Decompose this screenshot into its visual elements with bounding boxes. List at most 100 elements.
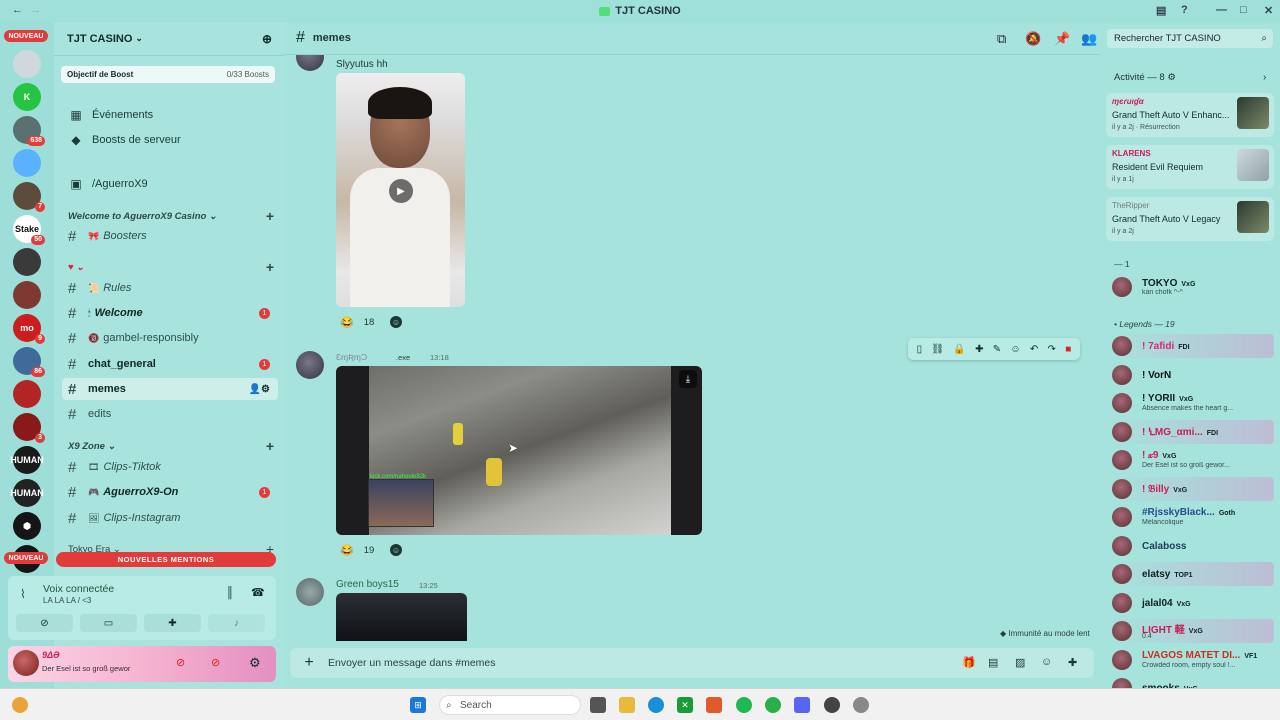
video-attachment[interactable]: ▶ xyxy=(336,73,465,307)
sidebar-item-server-boosts[interactable]: ◆ Boosts de serveur xyxy=(62,129,278,151)
notifications-muted-icon[interactable]: 🔕 xyxy=(1025,31,1041,47)
server-icon[interactable]: 3 xyxy=(13,413,45,443)
chevron-right-icon[interactable]: › xyxy=(1263,72,1266,83)
server-icon[interactable] xyxy=(13,149,41,177)
reply-icon[interactable]: ↶ xyxy=(1030,344,1038,355)
noise-suppression-icon[interactable]: ║ xyxy=(226,587,234,599)
member-item[interactable]: elatsy TOP1 xyxy=(1108,562,1274,586)
avatar[interactable] xyxy=(13,650,39,676)
member-item[interactable]: LVAGOS MATET DI... VF1 Crowded room, empty… xyxy=(1108,648,1274,672)
avatar[interactable] xyxy=(296,351,324,379)
activities-button[interactable]: ✚ xyxy=(144,614,201,632)
xbox-icon[interactable]: ✕ xyxy=(677,697,693,713)
category-welcome[interactable]: Welcome to AguerroX9 Casino ⌄ + xyxy=(62,208,278,224)
server-icon[interactable]: 86 xyxy=(13,347,45,377)
avatar[interactable] xyxy=(296,578,324,606)
maximize-icon[interactable]: □ xyxy=(1240,4,1247,16)
member-item[interactable]: TOKYO VxG kan chofk ^-^ xyxy=(1108,275,1274,299)
add-channel-icon[interactable]: + xyxy=(266,259,274,275)
server-icon[interactable] xyxy=(13,248,41,276)
channel-gambel-responsibly[interactable]: # 🔞 gambel-responsibly xyxy=(62,327,278,349)
signal-icon[interactable]: ⌇ xyxy=(20,587,26,601)
deafened-icon[interactable]: ⊘ xyxy=(211,656,220,669)
server-icon[interactable]: 638 xyxy=(13,116,45,146)
server-icon[interactable]: Stake 50 xyxy=(13,215,45,245)
server-icon[interactable] xyxy=(13,380,41,408)
app-icon[interactable] xyxy=(853,697,869,713)
apps-icon[interactable]: ✚ xyxy=(1068,656,1077,669)
edge-icon[interactable] xyxy=(648,697,664,713)
member-item[interactable]: #RjsskyBlack... Goth Mélancolique xyxy=(1108,505,1274,529)
help-icon[interactable]: ? xyxy=(1181,4,1188,16)
server-icon[interactable]: HUMAN xyxy=(10,446,44,474)
message-author[interactable]: Slyyutus hh xyxy=(336,59,388,70)
back-arrow-icon[interactable]: ← xyxy=(12,4,23,16)
channel-edits[interactable]: # edits xyxy=(62,403,278,425)
add-channel-icon[interactable]: + xyxy=(266,438,274,454)
channel-boosters[interactable]: # 🎀 Boosters xyxy=(62,225,278,247)
file-explorer-icon[interactable] xyxy=(619,697,635,713)
minimize-icon[interactable]: — xyxy=(1216,4,1227,16)
spotify-icon[interactable] xyxy=(736,697,752,713)
member-item[interactable]: Calaboss xyxy=(1108,534,1274,558)
member-list-icon[interactable]: 👥 xyxy=(1081,31,1097,47)
member-item[interactable]: LIGHT 軽 VxG 0.4 xyxy=(1108,619,1274,643)
category-heart[interactable]: ♥ ⌄ + xyxy=(62,259,278,275)
server-icon[interactable] xyxy=(13,281,41,309)
avatar[interactable] xyxy=(296,55,324,71)
weather-icon[interactable] xyxy=(12,697,28,713)
start-icon[interactable]: ⊞ xyxy=(410,697,426,713)
member-item[interactable]: ! ꝆMG_αmi... FDI xyxy=(1108,419,1274,444)
activity-card[interactable]: ɱєɾиιɠα Grand Theft Auto V Enhanc... il … xyxy=(1106,93,1274,137)
voice-channel-name[interactable]: LA LA LA / <3 xyxy=(43,596,91,605)
sidebar-item-events[interactable]: ▦ Événements xyxy=(62,104,278,126)
channel-rules[interactable]: # 📜 Rules xyxy=(62,277,278,299)
disconnect-icon[interactable]: ☎ xyxy=(251,586,265,599)
close-icon[interactable]: ✕ xyxy=(1264,4,1273,17)
add-reaction-icon[interactable]: ☺ xyxy=(390,544,402,556)
message-author[interactable]: ƐɱƦɱƆ xyxy=(336,352,367,362)
emoji-icon[interactable]: ☺ xyxy=(1041,656,1052,668)
lock-icon[interactable]: 🔒 xyxy=(953,344,965,355)
member-item[interactable]: ! VorN xyxy=(1108,363,1274,387)
category-x9-zone[interactable]: X9 Zone ⌄ + xyxy=(62,438,278,454)
channel-chat-general[interactable]: # chat_general 1 xyxy=(62,353,278,375)
channel-clips-instagram[interactable]: # 🖼 Clips-Instagram xyxy=(62,507,278,529)
id-icon[interactable]: ▯ xyxy=(917,344,923,355)
member-item[interactable]: smooksVxG xyxy=(1108,676,1274,688)
app-icon[interactable] xyxy=(765,697,781,713)
member-item[interactable]: ! 7afidi FDI xyxy=(1108,334,1274,358)
attach-plus-icon[interactable]: + xyxy=(290,654,328,672)
server-header[interactable]: TJT CASINO ⌄ ⊕ xyxy=(54,22,284,56)
forward-arrow-icon[interactable]: → xyxy=(30,4,41,16)
member-item[interactable]: ! 𝓍9 VxG Der Esel ist so groß gewor... xyxy=(1108,448,1274,472)
gift-icon[interactable]: 🎁 xyxy=(962,656,976,669)
member-item[interactable]: jalal04 VxG xyxy=(1108,591,1274,615)
username[interactable]: 9ΔƏ xyxy=(42,650,60,660)
mic-muted-icon[interactable]: ⊘ xyxy=(176,656,185,669)
activity-header[interactable]: Activité — 8 ⚙ › xyxy=(1114,72,1266,83)
server-icon[interactable]: 7 xyxy=(13,182,45,212)
sticker-icon[interactable]: ▨ xyxy=(1015,656,1025,669)
discord-icon[interactable] xyxy=(794,697,810,713)
add-member-icon[interactable]: ⊕ xyxy=(262,32,272,46)
inbox-icon[interactable]: ▤ xyxy=(1156,4,1166,17)
add-channel-icon[interactable]: + xyxy=(266,208,274,224)
composer-placeholder[interactable]: Envoyer un message dans #memes xyxy=(328,657,496,669)
add-reaction-icon[interactable]: ☺ xyxy=(390,316,402,328)
emoji-icon[interactable]: ☺ xyxy=(1010,344,1020,355)
server-icon[interactable]: ⬢ xyxy=(13,512,41,540)
channel-memes[interactable]: # memes 👤⚙ xyxy=(62,378,278,400)
channel-clips-tiktok[interactable]: # 🎞 Clips-Tiktok xyxy=(62,456,278,478)
message-author[interactable]: Green boys15 xyxy=(336,579,399,590)
server-icon[interactable] xyxy=(13,50,41,78)
server-icon[interactable]: mo 9 xyxy=(13,314,45,344)
reaction[interactable]: 😂 19 ☺ xyxy=(340,541,402,559)
camera-button[interactable]: ⊘ xyxy=(16,614,73,632)
play-icon[interactable]: ▶ xyxy=(389,179,413,203)
video-attachment[interactable] xyxy=(336,593,467,641)
search-input[interactable]: Rechercher TJT CASINO ⌕ xyxy=(1107,29,1273,48)
link-icon[interactable]: ⛓ xyxy=(931,344,944,355)
download-icon[interactable]: ⤓ xyxy=(679,370,697,388)
taskbar-search-input[interactable]: ⌕ Search xyxy=(439,695,581,715)
